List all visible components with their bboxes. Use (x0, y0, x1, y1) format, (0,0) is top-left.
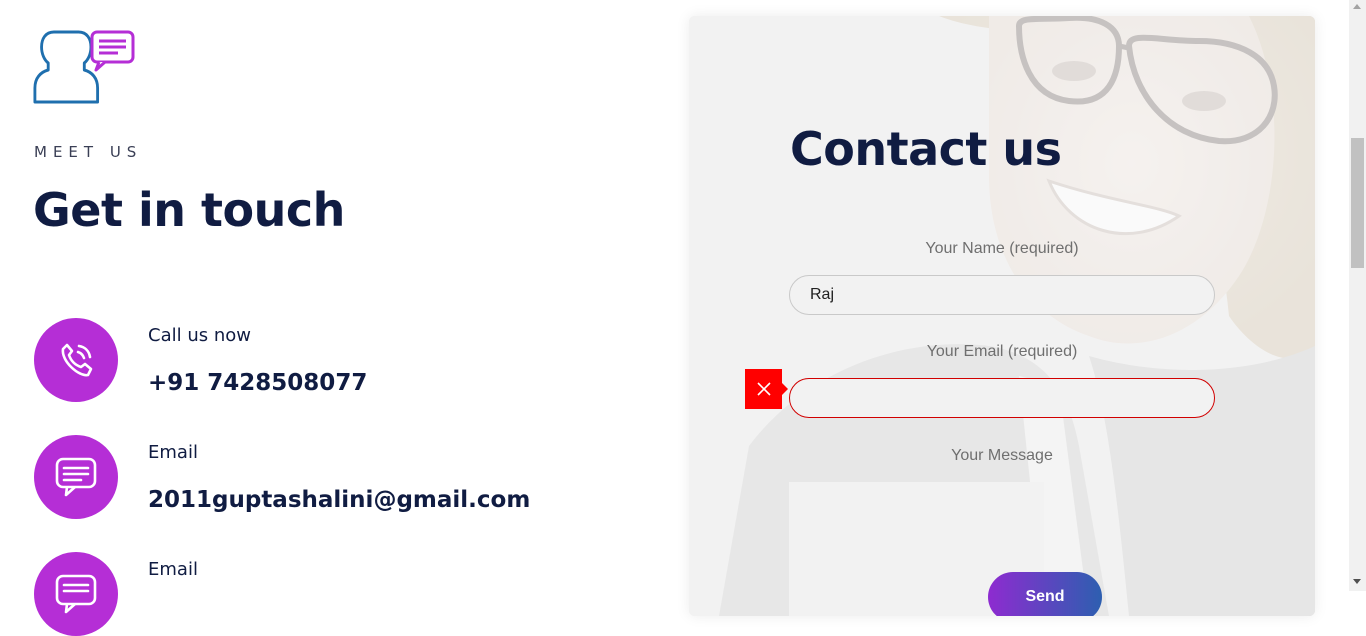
chat-icon (34, 552, 118, 636)
email-error-badge (745, 369, 788, 409)
page-headline: Get in touch (33, 183, 345, 237)
meet-us-icon (33, 30, 135, 104)
form-title: Contact us (790, 122, 1062, 176)
send-button[interactable]: Send (988, 572, 1102, 616)
contact-label: Email (148, 442, 198, 463)
contact-form-card: Contact us Your Name (required) Your Ema… (689, 16, 1315, 616)
message-label: Your Message (951, 447, 1053, 464)
contact-label: Call us now (148, 325, 251, 346)
scroll-down-arrow-icon[interactable] (1353, 579, 1361, 584)
contact-label: Email (148, 559, 198, 580)
contact-item-phone: Call us now +91 7428508077 (34, 318, 594, 402)
email-input[interactable] (789, 378, 1215, 418)
name-input[interactable] (789, 275, 1215, 315)
chat-icon (34, 435, 118, 519)
section-eyebrow: MEET US (34, 143, 143, 161)
page-scrollbar[interactable] (1349, 0, 1366, 591)
close-icon (756, 382, 771, 396)
scroll-thumb[interactable] (1351, 138, 1364, 268)
contact-value[interactable]: 2011guptashalini@gmail.com (148, 487, 530, 513)
phone-icon (34, 318, 118, 402)
contact-item-email: Email 2011guptashalini@gmail.com (34, 435, 594, 519)
contact-value[interactable]: +91 7428508077 (148, 370, 367, 396)
name-label: Your Name (required) (925, 240, 1079, 257)
email-label: Your Email (required) (926, 343, 1078, 360)
contact-item-email-2: Email (34, 552, 594, 636)
scroll-up-arrow-icon[interactable] (1353, 4, 1361, 9)
